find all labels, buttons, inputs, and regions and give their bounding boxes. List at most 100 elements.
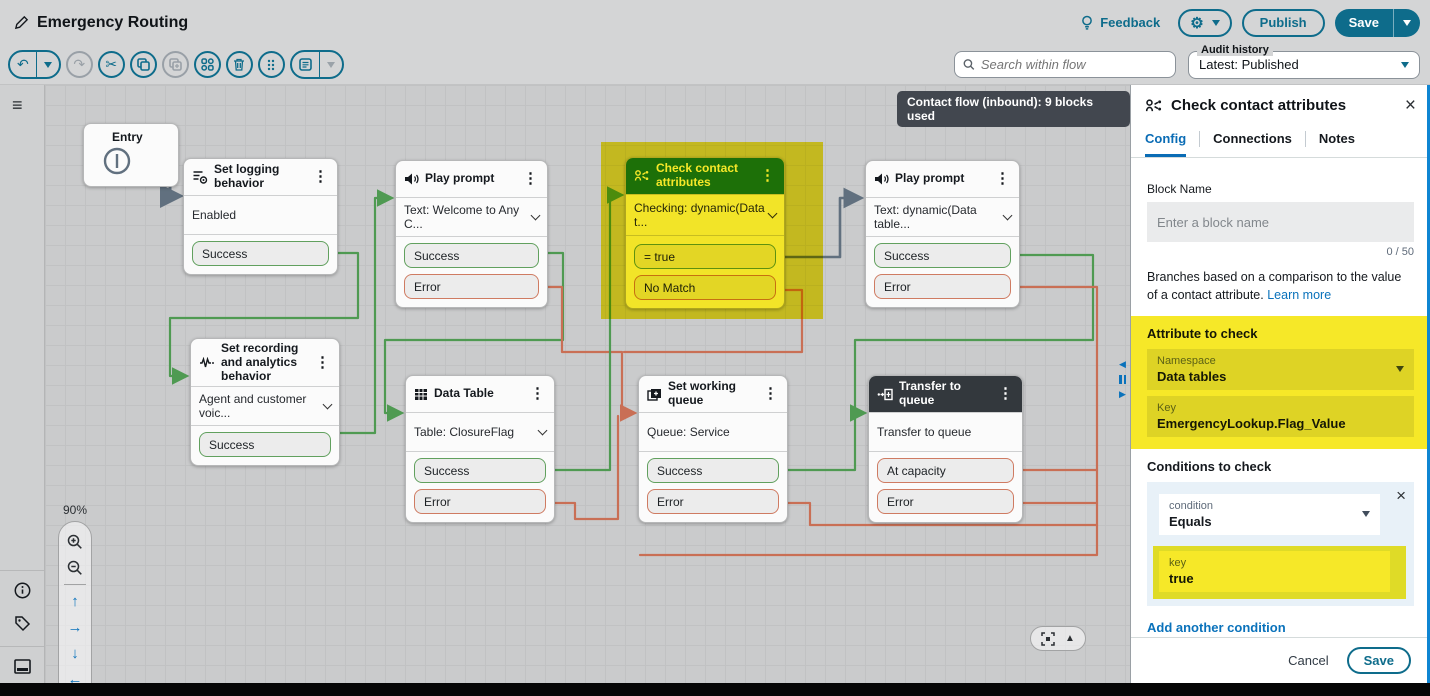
tab-config[interactable]: Config [1145, 121, 1186, 157]
condition-key-input[interactable]: key true [1159, 551, 1390, 592]
kebab-menu-icon[interactable]: ⋮ [522, 170, 539, 187]
waveform-icon [199, 357, 215, 369]
speaker-icon [874, 172, 889, 186]
port-error[interactable]: Error [877, 489, 1014, 514]
annotations-dropdown-button[interactable] [320, 62, 342, 68]
bottom-panel-button[interactable] [11, 655, 33, 677]
chevron-down-icon[interactable] [1003, 210, 1013, 220]
kebab-menu-icon[interactable]: ⋮ [997, 385, 1014, 402]
port-true[interactable]: = true [634, 244, 776, 269]
flow-block-transfer-to-queue[interactable]: Transfer to queue ⋮ Transfer to queue At… [868, 375, 1023, 523]
pan-up-button[interactable]: ↑ [59, 588, 91, 614]
flow-block-play-prompt-2[interactable]: Play prompt ⋮ Text: dynamic(Data table..… [865, 160, 1020, 308]
tags-button[interactable] [11, 612, 33, 634]
flow-canvas[interactable]: Contact flow (inbound): 9 blocks used En… [45, 85, 1130, 683]
flow-block-data-table[interactable]: Data Table ⋮ Table: ClosureFlag Success … [405, 375, 555, 523]
close-icon[interactable]: × [1405, 96, 1416, 115]
save-dropdown-button[interactable] [1394, 9, 1420, 37]
fit-to-screen-button[interactable] [1041, 632, 1055, 646]
learn-more-link[interactable]: Learn more [1267, 288, 1331, 302]
redo-button[interactable]: ↷ [66, 51, 93, 78]
flow-block-entry[interactable]: Entry [83, 123, 179, 187]
block-name-input[interactable] [1147, 202, 1414, 242]
flow-block-check-contact-attributes[interactable]: Check contact attributes ⋮ Checking: dyn… [625, 157, 785, 309]
kebab-menu-icon[interactable]: ⋮ [994, 170, 1011, 187]
feedback-button[interactable]: Feedback [1080, 15, 1160, 30]
delete-button[interactable] [226, 51, 253, 78]
port-error[interactable]: Error [404, 274, 539, 299]
remove-condition-icon[interactable]: × [1396, 487, 1406, 504]
undo-dropdown-button[interactable] [37, 62, 59, 68]
chevron-down-icon[interactable] [768, 208, 778, 218]
collapse-right-icon[interactable]: ▶ [1119, 390, 1126, 399]
attribute-to-check-section: Attribute to check Namespace Data tables… [1131, 316, 1430, 449]
port-success[interactable]: Success [404, 243, 539, 268]
port-error[interactable]: Error [414, 489, 546, 514]
fit-to-screen-icon [1041, 632, 1055, 646]
save-button[interactable]: Save [1335, 9, 1393, 37]
kebab-menu-icon[interactable]: ⋮ [314, 354, 331, 371]
condition-select[interactable]: condition Equals [1159, 494, 1380, 535]
entry-point-icon [102, 146, 132, 176]
cancel-button[interactable]: Cancel [1288, 653, 1328, 668]
port-no-match[interactable]: No Match [634, 275, 776, 300]
cut-button[interactable]: ✂ [98, 51, 125, 78]
flow-block-set-recording[interactable]: Set recording and analytics behavior ⋮ A… [190, 338, 340, 466]
block-title: Set logging behavior [214, 163, 306, 191]
publish-button[interactable]: Publish [1242, 9, 1325, 37]
settings-button[interactable]: ⚙ [1178, 9, 1231, 37]
pan-right-button[interactable]: → [59, 614, 91, 640]
key-value: EmergencyLookup.Flag_Value [1157, 416, 1404, 431]
copy-button[interactable] [130, 51, 157, 78]
annotations-toggle-button[interactable] [292, 58, 319, 71]
kebab-menu-icon[interactable]: ⋮ [759, 167, 776, 184]
pan-left-button[interactable]: ← [59, 666, 91, 683]
flow-block-set-logging[interactable]: Set logging behavior ⋮ Enabled Success [183, 158, 338, 275]
lightbulb-icon [1080, 15, 1094, 30]
gear-icon: ⚙ [1190, 14, 1203, 32]
hamburger-menu-icon[interactable]: ≡ [12, 95, 23, 116]
port-success[interactable]: Success [192, 241, 329, 266]
namespace-select[interactable]: Namespace Data tables [1147, 349, 1414, 390]
split-pause-icon[interactable] [1119, 375, 1126, 384]
zoom-out-button[interactable] [59, 555, 91, 581]
pan-down-button[interactable]: ↓ [59, 640, 91, 666]
audit-history-select[interactable]: Audit history Latest: Published [1188, 51, 1420, 79]
port-success[interactable]: Success [199, 432, 331, 457]
arrange-blocks-button[interactable] [194, 51, 221, 78]
kebab-menu-icon[interactable]: ⋮ [529, 385, 546, 402]
info-button[interactable] [11, 579, 33, 601]
port-success[interactable]: Success [414, 458, 546, 483]
paste-button[interactable] [162, 51, 189, 78]
chevron-down-icon[interactable] [538, 425, 548, 435]
port-error[interactable]: Error [647, 489, 779, 514]
port-error[interactable]: Error [874, 274, 1011, 299]
panel-footer: Cancel Save [1131, 637, 1427, 683]
port-at-capacity[interactable]: At capacity [877, 458, 1014, 483]
edit-pencil-icon[interactable] [14, 15, 29, 30]
collapse-up-button[interactable]: ▲ [1065, 633, 1075, 644]
chevron-down-icon[interactable] [323, 399, 333, 409]
zoom-in-button[interactable] [59, 529, 91, 555]
flow-block-play-prompt-1[interactable]: Play prompt ⋮ Text: Welcome to Any C... … [395, 160, 548, 308]
port-success[interactable]: Success [874, 243, 1011, 268]
drag-handle-button[interactable] [258, 51, 285, 78]
chevron-down-icon[interactable] [531, 210, 541, 220]
add-condition-link[interactable]: Add another condition [1147, 620, 1414, 635]
collapse-left-icon[interactable]: ◀ [1119, 360, 1126, 369]
block-summary: Table: ClosureFlag [414, 425, 514, 439]
condition-value: Equals [1169, 514, 1370, 529]
tab-notes[interactable]: Notes [1319, 121, 1355, 157]
kebab-menu-icon[interactable]: ⋮ [312, 168, 329, 185]
port-success[interactable]: Success [647, 458, 779, 483]
search-input[interactable] [981, 57, 1167, 72]
zoom-out-icon [67, 560, 83, 576]
key-input[interactable]: Key EmergencyLookup.Flag_Value [1147, 396, 1414, 437]
panel-save-button[interactable]: Save [1347, 647, 1411, 674]
block-summary: Agent and customer voic... [199, 392, 320, 420]
undo-button[interactable]: ↶ [10, 56, 36, 73]
chevron-down-icon [327, 62, 335, 68]
flow-block-set-working-queue[interactable]: Set working queue ⋮ Queue: Service Succe… [638, 375, 788, 523]
tab-connections[interactable]: Connections [1213, 121, 1292, 157]
kebab-menu-icon[interactable]: ⋮ [762, 385, 779, 402]
